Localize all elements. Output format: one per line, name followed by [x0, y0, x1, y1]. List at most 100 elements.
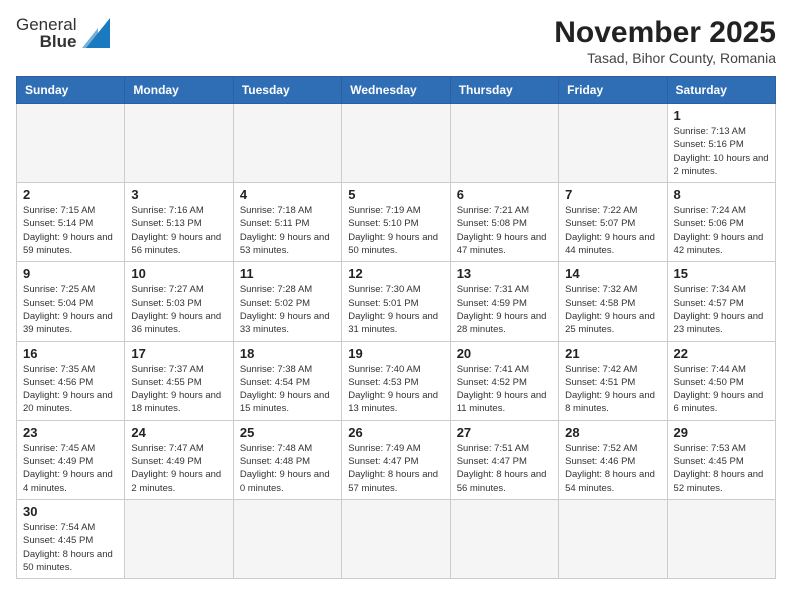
calendar-cell: 26 Sunrise: 7:49 AM Sunset: 4:47 PM Dayli…: [342, 420, 450, 499]
day-number: 20: [457, 346, 552, 361]
day-number: 22: [674, 346, 769, 361]
weekday-header-saturday: Saturday: [667, 77, 775, 104]
weekday-header-tuesday: Tuesday: [233, 77, 341, 104]
day-number: 15: [674, 266, 769, 281]
weekday-header-monday: Monday: [125, 77, 233, 104]
calendar-cell: [233, 499, 341, 578]
day-info: Sunrise: 7:38 AM Sunset: 4:54 PM Dayligh…: [240, 363, 335, 416]
day-number: 2: [23, 187, 118, 202]
day-number: 8: [674, 187, 769, 202]
day-info: Sunrise: 7:41 AM Sunset: 4:52 PM Dayligh…: [457, 363, 552, 416]
calendar-week-1: 1 Sunrise: 7:13 AM Sunset: 5:16 PM Daylig…: [17, 104, 776, 183]
day-number: 30: [23, 504, 118, 519]
calendar-cell: 22 Sunrise: 7:44 AM Sunset: 4:50 PM Dayli…: [667, 341, 775, 420]
calendar-cell: 19 Sunrise: 7:40 AM Sunset: 4:53 PM Dayli…: [342, 341, 450, 420]
day-info: Sunrise: 7:31 AM Sunset: 4:59 PM Dayligh…: [457, 283, 552, 336]
day-number: 27: [457, 425, 552, 440]
calendar-table: SundayMondayTuesdayWednesdayThursdayFrid…: [16, 76, 776, 579]
day-number: 11: [240, 266, 335, 281]
calendar-cell: [17, 104, 125, 183]
calendar-week-5: 23 Sunrise: 7:45 AM Sunset: 4:49 PM Dayli…: [17, 420, 776, 499]
calendar-cell: 12 Sunrise: 7:30 AM Sunset: 5:01 PM Dayli…: [342, 262, 450, 341]
header: General Blue November 2025 Tasad, Bihor …: [16, 16, 776, 66]
logo: General Blue: [16, 16, 110, 50]
calendar-cell: 30 Sunrise: 7:54 AM Sunset: 4:45 PM Dayli…: [17, 499, 125, 578]
calendar-cell: [342, 104, 450, 183]
day-info: Sunrise: 7:25 AM Sunset: 5:04 PM Dayligh…: [23, 283, 118, 336]
day-number: 14: [565, 266, 660, 281]
calendar-cell: [667, 499, 775, 578]
logo-icon: [82, 18, 110, 48]
day-info: Sunrise: 7:54 AM Sunset: 4:45 PM Dayligh…: [23, 521, 118, 574]
day-number: 28: [565, 425, 660, 440]
calendar-cell: 16Sunrise: 7:35 AM Sunset: 4:56 PM Dayli…: [17, 341, 125, 420]
day-number: 19: [348, 346, 443, 361]
calendar-cell: 5Sunrise: 7:19 AM Sunset: 5:10 PM Daylig…: [342, 183, 450, 262]
day-number: 7: [565, 187, 660, 202]
weekday-header-row: SundayMondayTuesdayWednesdayThursdayFrid…: [17, 77, 776, 104]
day-number: 23: [23, 425, 118, 440]
day-info: Sunrise: 7:27 AM Sunset: 5:03 PM Dayligh…: [131, 283, 226, 336]
day-info: Sunrise: 7:19 AM Sunset: 5:10 PM Dayligh…: [348, 204, 443, 257]
day-info: Sunrise: 7:37 AM Sunset: 4:55 PM Dayligh…: [131, 363, 226, 416]
calendar-cell: 21Sunrise: 7:42 AM Sunset: 4:51 PM Dayli…: [559, 341, 667, 420]
day-number: 13: [457, 266, 552, 281]
calendar-cell: 24Sunrise: 7:47 AM Sunset: 4:49 PM Dayli…: [125, 420, 233, 499]
calendar-cell: 25Sunrise: 7:48 AM Sunset: 4:48 PM Dayli…: [233, 420, 341, 499]
day-number: 18: [240, 346, 335, 361]
day-info: Sunrise: 7:45 AM Sunset: 4:49 PM Dayligh…: [23, 442, 118, 495]
day-info: Sunrise: 7:30 AM Sunset: 5:01 PM Dayligh…: [348, 283, 443, 336]
calendar-cell: 13 Sunrise: 7:31 AM Sunset: 4:59 PM Dayli…: [450, 262, 558, 341]
calendar-cell: [125, 104, 233, 183]
calendar-cell: 27 Sunrise: 7:51 AM Sunset: 4:47 PM Dayli…: [450, 420, 558, 499]
day-number: 17: [131, 346, 226, 361]
calendar-cell: 20 Sunrise: 7:41 AM Sunset: 4:52 PM Dayli…: [450, 341, 558, 420]
day-info: Sunrise: 7:13 AM Sunset: 5:16 PM Dayligh…: [674, 125, 769, 178]
day-number: 24: [131, 425, 226, 440]
day-number: 21: [565, 346, 660, 361]
day-info: Sunrise: 7:35 AM Sunset: 4:56 PM Dayligh…: [23, 363, 118, 416]
day-number: 1: [674, 108, 769, 123]
day-info: Sunrise: 7:40 AM Sunset: 4:53 PM Dayligh…: [348, 363, 443, 416]
day-info: Sunrise: 7:22 AM Sunset: 5:07 PM Dayligh…: [565, 204, 660, 257]
calendar-cell: [450, 499, 558, 578]
calendar-week-3: 9 Sunrise: 7:25 AM Sunset: 5:04 PM Daylig…: [17, 262, 776, 341]
day-info: Sunrise: 7:18 AM Sunset: 5:11 PM Dayligh…: [240, 204, 335, 257]
calendar-cell: 4Sunrise: 7:18 AM Sunset: 5:11 PM Daylig…: [233, 183, 341, 262]
day-info: Sunrise: 7:15 AM Sunset: 5:14 PM Dayligh…: [23, 204, 118, 257]
calendar-cell: 15 Sunrise: 7:34 AM Sunset: 4:57 PM Dayli…: [667, 262, 775, 341]
day-info: Sunrise: 7:53 AM Sunset: 4:45 PM Dayligh…: [674, 442, 769, 495]
day-info: Sunrise: 7:16 AM Sunset: 5:13 PM Dayligh…: [131, 204, 226, 257]
calendar-cell: [559, 104, 667, 183]
day-info: Sunrise: 7:34 AM Sunset: 4:57 PM Dayligh…: [674, 283, 769, 336]
weekday-header-thursday: Thursday: [450, 77, 558, 104]
calendar-cell: 7 Sunrise: 7:22 AM Sunset: 5:07 PM Daylig…: [559, 183, 667, 262]
day-number: 6: [457, 187, 552, 202]
day-number: 12: [348, 266, 443, 281]
day-info: Sunrise: 7:24 AM Sunset: 5:06 PM Dayligh…: [674, 204, 769, 257]
calendar-cell: 28 Sunrise: 7:52 AM Sunset: 4:46 PM Dayli…: [559, 420, 667, 499]
weekday-header-friday: Friday: [559, 77, 667, 104]
calendar-week-2: 2 Sunrise: 7:15 AM Sunset: 5:14 PM Daylig…: [17, 183, 776, 262]
weekday-header-wednesday: Wednesday: [342, 77, 450, 104]
day-info: Sunrise: 7:32 AM Sunset: 4:58 PM Dayligh…: [565, 283, 660, 336]
calendar-cell: 2 Sunrise: 7:15 AM Sunset: 5:14 PM Daylig…: [17, 183, 125, 262]
day-info: Sunrise: 7:44 AM Sunset: 4:50 PM Dayligh…: [674, 363, 769, 416]
calendar-week-4: 16Sunrise: 7:35 AM Sunset: 4:56 PM Dayli…: [17, 341, 776, 420]
day-number: 26: [348, 425, 443, 440]
calendar-cell: [125, 499, 233, 578]
calendar-cell: 3 Sunrise: 7:16 AM Sunset: 5:13 PM Daylig…: [125, 183, 233, 262]
day-number: 3: [131, 187, 226, 202]
day-number: 9: [23, 266, 118, 281]
calendar-cell: 6Sunrise: 7:21 AM Sunset: 5:08 PM Daylig…: [450, 183, 558, 262]
day-info: Sunrise: 7:52 AM Sunset: 4:46 PM Dayligh…: [565, 442, 660, 495]
calendar-cell: 8 Sunrise: 7:24 AM Sunset: 5:06 PM Daylig…: [667, 183, 775, 262]
page-subtitle: Tasad, Bihor County, Romania: [554, 50, 776, 66]
calendar-cell: 29Sunrise: 7:53 AM Sunset: 4:45 PM Dayli…: [667, 420, 775, 499]
day-info: Sunrise: 7:49 AM Sunset: 4:47 PM Dayligh…: [348, 442, 443, 495]
day-info: Sunrise: 7:51 AM Sunset: 4:47 PM Dayligh…: [457, 442, 552, 495]
calendar-cell: 18 Sunrise: 7:38 AM Sunset: 4:54 PM Dayli…: [233, 341, 341, 420]
calendar-cell: [559, 499, 667, 578]
calendar-cell: 1 Sunrise: 7:13 AM Sunset: 5:16 PM Daylig…: [667, 104, 775, 183]
day-info: Sunrise: 7:48 AM Sunset: 4:48 PM Dayligh…: [240, 442, 335, 495]
